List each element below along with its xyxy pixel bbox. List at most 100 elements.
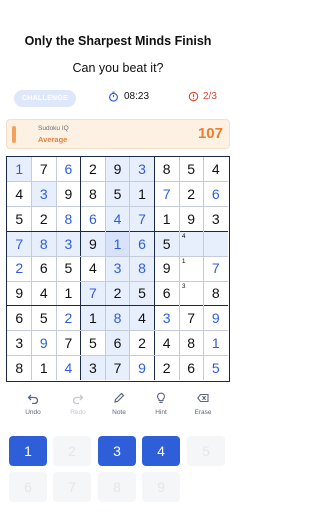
- board-cell[interactable]: 5: [32, 306, 57, 331]
- number-key-3[interactable]: 3: [98, 436, 136, 466]
- board-cell[interactable]: 2: [154, 355, 179, 380]
- board-cell[interactable]: 9: [154, 256, 179, 281]
- board-cell[interactable]: 6: [129, 231, 155, 257]
- board-cell[interactable]: [203, 231, 228, 257]
- board-cell[interactable]: 9: [80, 231, 106, 257]
- board-cell[interactable]: 2: [81, 157, 106, 182]
- board-cell[interactable]: 1: [80, 305, 106, 331]
- board-cell[interactable]: 3: [154, 306, 179, 331]
- grid-line: [7, 206, 228, 207]
- board-cell[interactable]: 8: [154, 157, 179, 182]
- board-cell[interactable]: 3: [31, 181, 57, 207]
- board-cell[interactable]: 2: [56, 306, 81, 331]
- board-cell[interactable]: 4: [129, 305, 155, 331]
- number-key-5[interactable]: 5: [187, 436, 225, 466]
- board-cell[interactable]: 5: [129, 280, 155, 306]
- board-cell[interactable]: 1: [105, 231, 130, 257]
- board-cell[interactable]: 3: [203, 207, 228, 232]
- board-cell[interactable]: 6: [203, 182, 228, 207]
- board-cell[interactable]: 4: [81, 256, 106, 281]
- board-cell[interactable]: 5: [203, 355, 228, 380]
- board-cell[interactable]: 7: [105, 355, 130, 380]
- board-cell[interactable]: 3: [56, 231, 81, 257]
- board-cell[interactable]: 8: [7, 355, 32, 380]
- board-cell[interactable]: 8: [31, 231, 57, 257]
- board-cell[interactable]: 9: [130, 355, 155, 380]
- board-cell[interactable]: 7: [129, 206, 155, 232]
- board-cell[interactable]: 9: [179, 207, 204, 232]
- board-cell[interactable]: 8: [179, 330, 204, 355]
- board-cell[interactable]: 4: [56, 355, 81, 380]
- number-key-4[interactable]: 4: [142, 436, 180, 466]
- board-cell[interactable]: 5: [179, 157, 204, 182]
- board-cell[interactable]: 1: [7, 157, 32, 182]
- board-cell[interactable]: 7: [32, 157, 57, 182]
- redo-icon: [72, 394, 84, 404]
- board-cell[interactable]: 3: [7, 330, 32, 355]
- number-key-1[interactable]: 1: [9, 436, 47, 466]
- board-cell[interactable]: 7: [56, 330, 81, 355]
- board-cell[interactable]: 3: [105, 256, 130, 281]
- score: 107: [197, 125, 223, 142]
- board-cell[interactable]: 6: [56, 157, 81, 182]
- erase-button[interactable]: Erase: [183, 392, 223, 416]
- board-cell[interactable]: 6: [179, 355, 204, 380]
- board-cell[interactable]: 2: [130, 330, 155, 355]
- board-cell[interactable]: 5: [7, 207, 32, 232]
- grid-line: [203, 157, 204, 380]
- board-cell[interactable]: 4: [203, 157, 228, 182]
- board-cell[interactable]: 6: [154, 281, 179, 306]
- board-cell[interactable]: 1: [203, 330, 228, 355]
- board-cell[interactable]: 7: [80, 280, 106, 306]
- redo-button[interactable]: Redo: [58, 392, 98, 416]
- board-cell[interactable]: 1: [56, 281, 81, 306]
- board-cell[interactable]: 1: [129, 181, 155, 207]
- note-button[interactable]: Note: [99, 392, 139, 416]
- number-key-6[interactable]: 6: [9, 472, 47, 502]
- board-cell[interactable]: 2: [32, 207, 57, 232]
- board-cell[interactable]: 3: [129, 157, 155, 182]
- board-cell[interactable]: 9: [203, 306, 228, 331]
- board-cell[interactable]: 8: [56, 207, 81, 232]
- board-cell[interactable]: 9: [56, 182, 81, 207]
- board-cell[interactable]: 2: [105, 280, 130, 306]
- board-cell[interactable]: 8: [81, 182, 106, 207]
- board-cell[interactable]: 4: [7, 182, 32, 207]
- board-cell[interactable]: 6: [81, 207, 106, 232]
- number-key-7[interactable]: 7: [53, 472, 91, 502]
- board-cell[interactable]: 2: [179, 182, 204, 207]
- pencil-icon: [114, 392, 125, 403]
- board-cell[interactable]: 4: [154, 330, 179, 355]
- level-banner: Sudoku IQ Average 107: [6, 119, 230, 149]
- board-cell[interactable]: 5: [154, 231, 179, 257]
- board-cell[interactable]: 8: [105, 305, 130, 331]
- board-cell[interactable]: 7: [7, 231, 32, 257]
- board-cell[interactable]: 1: [154, 207, 179, 232]
- board-cell[interactable]: 8: [203, 281, 228, 306]
- undo-button[interactable]: Undo: [13, 392, 53, 416]
- number-key-2[interactable]: 2: [53, 436, 91, 466]
- challenge-button[interactable]: CHALLENGE: [14, 90, 76, 107]
- board-cell[interactable]: 6: [105, 330, 130, 356]
- board-cell[interactable]: 5: [105, 181, 130, 207]
- board-cell[interactable]: 6: [32, 256, 57, 281]
- number-key-8[interactable]: 8: [98, 472, 136, 502]
- board-cell[interactable]: 9: [32, 330, 57, 355]
- board-cell[interactable]: 2: [7, 256, 32, 281]
- board-cell[interactable]: 7: [203, 256, 228, 281]
- board-cell[interactable]: 5: [56, 256, 81, 281]
- board-cell[interactable]: 1: [32, 355, 57, 380]
- board-cell[interactable]: 9: [7, 281, 32, 306]
- board-cell[interactable]: 3: [80, 355, 106, 380]
- board-cell[interactable]: 6: [7, 306, 32, 331]
- board-cell[interactable]: 5: [81, 330, 106, 355]
- board-cell[interactable]: 4: [105, 206, 130, 232]
- board-cell[interactable]: 7: [179, 306, 204, 331]
- board-cell[interactable]: 7: [154, 182, 179, 207]
- number-key-9[interactable]: 9: [142, 472, 180, 502]
- board-cell[interactable]: 4: [32, 281, 57, 306]
- pencil-note: 3: [181, 282, 186, 290]
- board-cell[interactable]: 8: [129, 256, 155, 281]
- board-cell[interactable]: 9: [105, 157, 130, 182]
- hint-button[interactable]: Hint: [141, 392, 181, 416]
